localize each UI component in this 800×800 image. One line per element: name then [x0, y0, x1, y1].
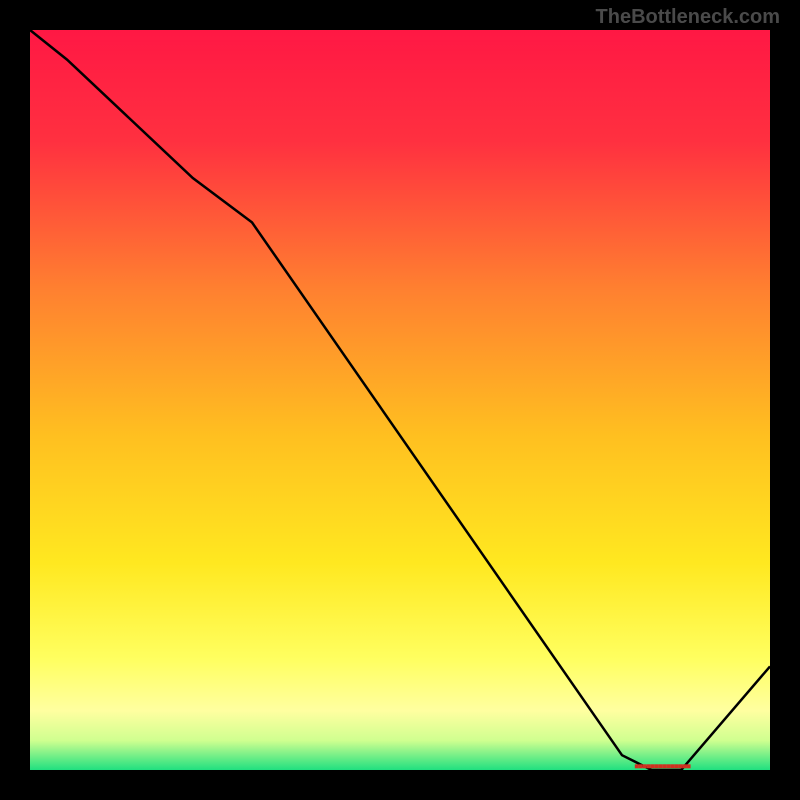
chart-plot [30, 30, 770, 770]
optimal-marker [635, 764, 691, 768]
chart-container [30, 30, 770, 770]
watermark-text: TheBottleneck.com [596, 6, 780, 29]
gradient-background [30, 30, 770, 770]
